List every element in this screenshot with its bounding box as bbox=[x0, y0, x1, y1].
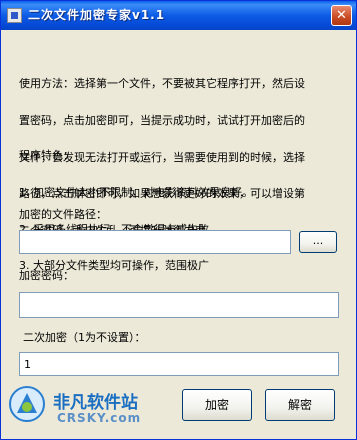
watermark-url: CRSKY.com bbox=[57, 411, 142, 425]
browse-button[interactable]: ... bbox=[299, 231, 337, 253]
second-password-input[interactable] bbox=[19, 352, 339, 376]
features-title: 程序特色： bbox=[19, 149, 74, 163]
title-bar[interactable]: 二次文件加密专家v1.1 ✕ bbox=[1, 1, 356, 30]
password-label: 加密密码： bbox=[19, 269, 74, 282]
watermark-logo bbox=[9, 386, 45, 422]
window-title: 二次文件加密专家v1.1 bbox=[28, 8, 166, 22]
close-button[interactable]: ✕ bbox=[331, 5, 352, 26]
watermark-name: 非凡软件站 bbox=[53, 393, 138, 413]
file-path-label: 加密的文件路径： bbox=[19, 208, 107, 221]
decrypt-button[interactable]: 解密 bbox=[265, 389, 335, 421]
second-password-label: 二次加密（1为不设置）： bbox=[23, 331, 146, 344]
file-path-input[interactable] bbox=[19, 230, 291, 254]
password-input[interactable] bbox=[19, 292, 339, 318]
feature-item: 1. 加密文件大小不限制，对电影资料效果良好。 bbox=[19, 186, 253, 200]
app-icon bbox=[7, 8, 22, 23]
app-window: 二次文件加密专家v1.1 ✕ 使用方法：选择第一个文件，不要被其它程序打开，然后… bbox=[0, 0, 357, 440]
encrypt-button[interactable]: 加密 bbox=[182, 389, 252, 421]
usage-line: 使用方法：选择第一个文件，不要被其它程序打开，然后设 bbox=[19, 77, 305, 91]
dialog-body: 使用方法：选择第一个文件，不要被其它程序打开，然后设 置密码，点击加密即可，当提… bbox=[1, 30, 356, 439]
